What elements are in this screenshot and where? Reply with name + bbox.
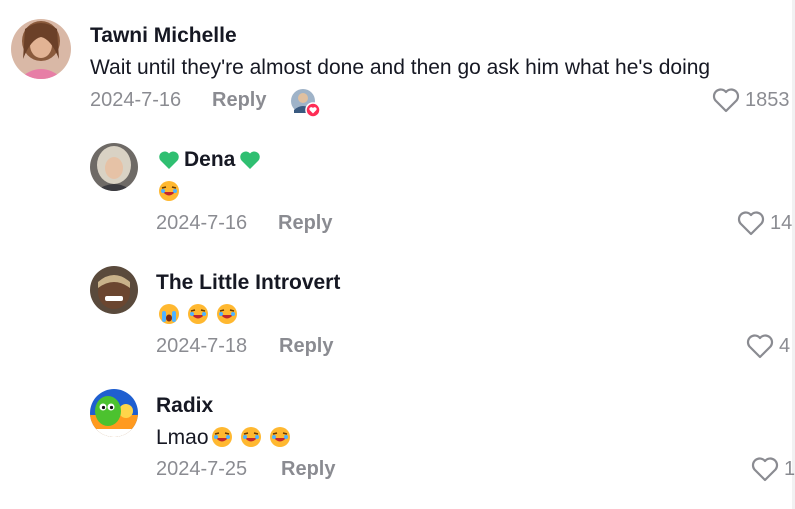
reply-button[interactable]: Reply [212,89,266,112]
green-heart-icon [240,151,261,169]
comment-date: 2024-7-16 [90,89,182,111]
reply-author-name: Dena [184,148,236,171]
like-button[interactable]: 1853 [712,87,790,113]
creator-liked-badge-icon [290,88,321,118]
comment-author[interactable]: Tawni Michelle [90,24,237,48]
reply-date: 2024-7-25 [156,458,248,480]
reply-text [158,180,187,204]
reply-date: 2024-7-16 [156,212,248,234]
reply-text: Lmao [156,426,298,450]
avatar[interactable] [90,266,138,314]
heart-icon [712,88,740,113]
avatar[interactable] [90,389,138,437]
comment-text: Wait until they're almost done and then … [90,56,711,79]
like-button[interactable]: 4 [746,333,790,359]
heart-icon [746,334,774,359]
avatar[interactable] [90,143,138,191]
reply-button[interactable]: Reply [278,212,332,235]
laughing-emoji-icon [187,303,209,325]
laughing-emoji-icon [216,303,238,325]
laughing-emoji-icon [240,426,262,448]
like-count: 14 [770,211,793,234]
green-heart-icon [159,151,179,169]
heart-icon [751,457,779,482]
reply-date: 2024-7-18 [156,335,248,357]
like-count: 4 [779,334,791,357]
like-count: 1 [784,457,795,480]
crying-emoji-icon [158,303,180,325]
reply-author[interactable]: The Little Introvert [156,271,340,295]
reply-button[interactable]: Reply [281,458,335,481]
reply-author[interactable]: Radix [156,394,213,418]
reply-text [158,303,245,327]
heart-icon [737,211,765,236]
laughing-emoji-icon [211,426,233,448]
laughing-emoji-icon [269,426,291,448]
laughing-emoji-icon [158,180,180,202]
like-button[interactable]: 1 [751,456,795,482]
reply-author[interactable]: Dena [158,148,261,172]
like-button[interactable]: 14 [737,210,792,236]
comment-thread: Tawni Michelle Wait until they're almost… [0,0,795,509]
like-count: 1853 [745,88,790,111]
reply-text-content: Lmao [156,426,209,449]
avatar[interactable] [11,19,71,79]
reply-button[interactable]: Reply [279,335,333,358]
